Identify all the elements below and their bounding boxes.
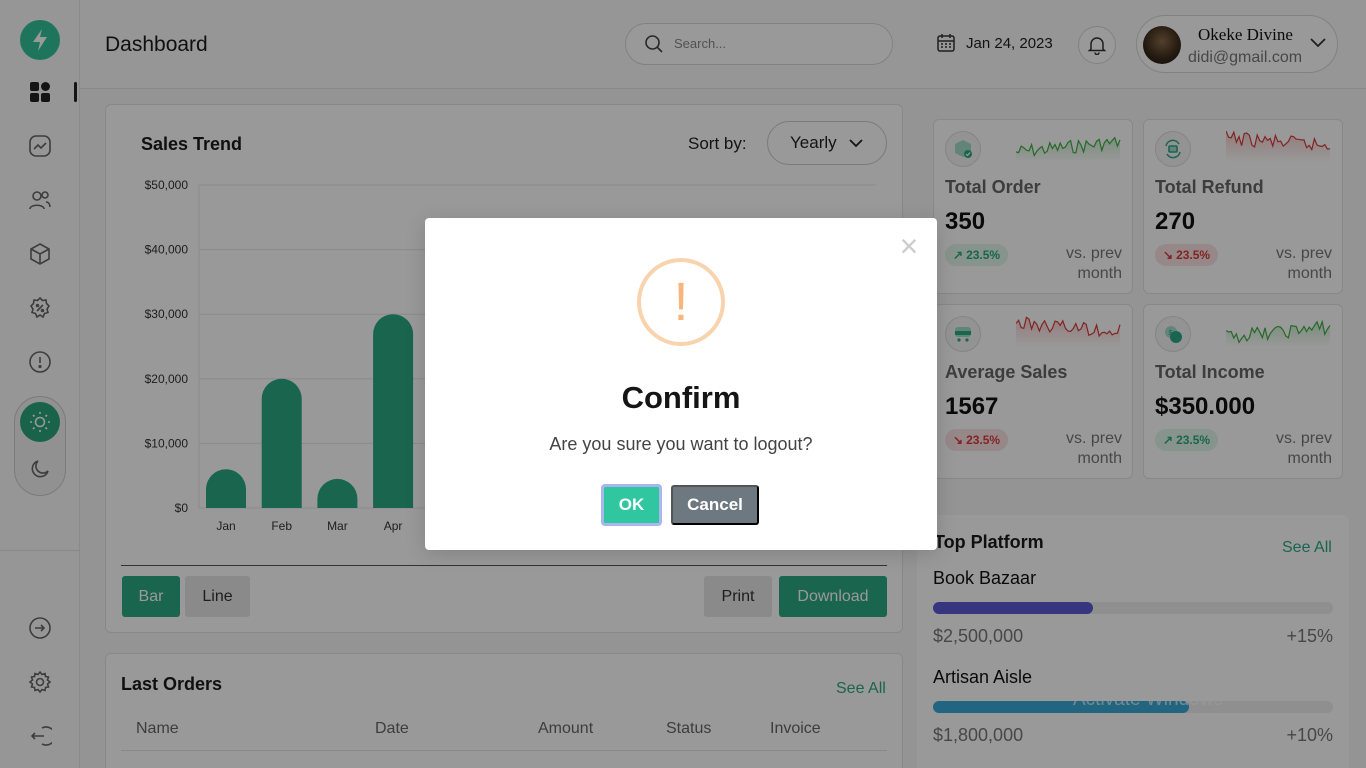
dialog-message: Are you sure you want to logout? — [549, 434, 813, 454]
cancel-button[interactable]: Cancel — [671, 485, 759, 525]
dialog-title: Confirm — [621, 380, 741, 415]
warning-icon: ! — [637, 258, 725, 346]
warning-glyph: ! — [673, 272, 689, 332]
close-icon[interactable]: × — [895, 230, 923, 262]
logout-confirm-dialog: × ! Confirm Are you sure you want to log… — [425, 218, 937, 550]
ok-button[interactable]: OK — [601, 484, 662, 526]
